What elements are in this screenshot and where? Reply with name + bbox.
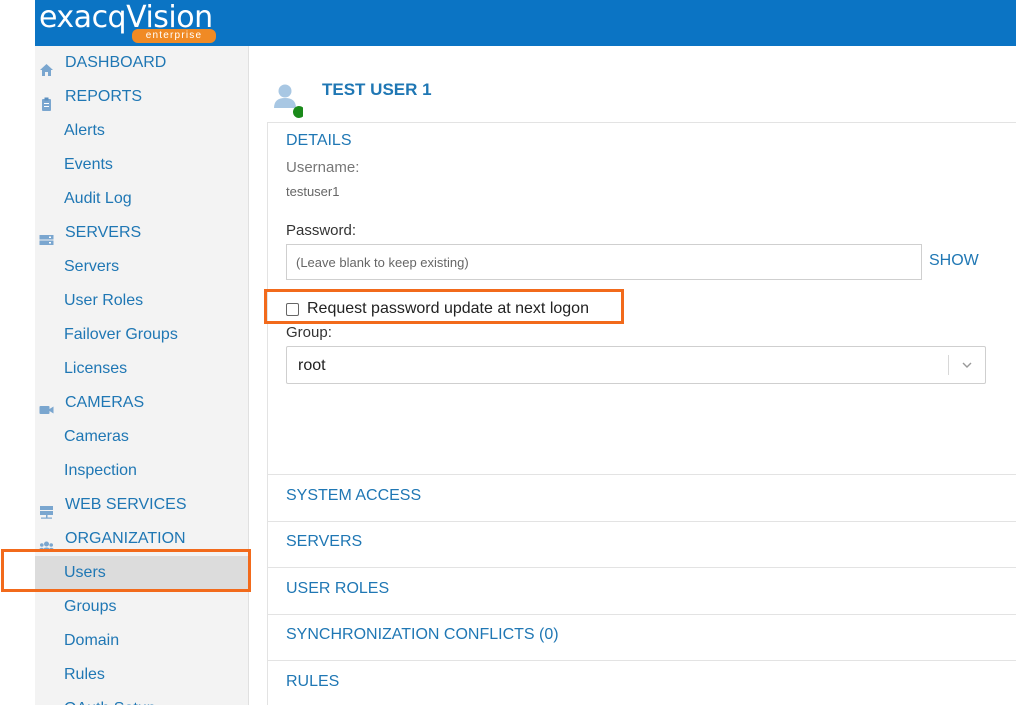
group-label: Group: <box>286 324 332 341</box>
user-title: TEST USER 1 <box>322 80 432 99</box>
sidebar-item-label: Domain <box>64 632 120 649</box>
section-user-roles[interactable]: USER ROLES <box>267 568 1016 615</box>
sidebar-item-domain[interactable]: Domain <box>35 624 249 658</box>
sidebar-item-label: Audit Log <box>64 190 132 207</box>
request-update-checkbox[interactable] <box>286 302 299 316</box>
request-update-option[interactable]: Request password update at next logon <box>286 300 589 318</box>
sidebar-item-failover-groups[interactable]: Failover Groups <box>35 318 249 352</box>
sidebar-item-label: ORGANIZATION <box>65 530 186 547</box>
username-label: Username: <box>286 159 360 176</box>
section-label: SYSTEM ACCESS <box>286 487 422 504</box>
sidebar-item-label: User Roles <box>64 292 144 309</box>
user-avatar-icon <box>274 84 303 118</box>
sidebar-item-events[interactable]: Events <box>35 148 249 182</box>
sidebar: DASHBOARD REPORTS Alerts Events Audit Log SER… <box>35 46 249 705</box>
sidebar-item-oauth-setup[interactable]: OAuth Setup <box>35 692 249 705</box>
chevron-down-icon[interactable] <box>961 359 973 371</box>
details-heading[interactable]: DETAILS <box>286 132 352 150</box>
sidebar-item-inspection[interactable]: Inspection <box>35 454 249 488</box>
show-password-button[interactable]: SHOW <box>929 252 979 270</box>
sidebar-item-label: DASHBOARD <box>65 54 167 71</box>
section-label: SYNCHRONIZATION CONFLICTS (0) <box>286 626 559 643</box>
users-highlight-box <box>1 549 251 592</box>
password-input[interactable] <box>286 244 922 280</box>
sidebar-item-label: Alerts <box>64 122 105 139</box>
home-icon <box>39 56 54 76</box>
sidebar-item-label: Servers <box>64 258 120 275</box>
sidebar-item-cameras[interactable]: CAMERAS <box>35 386 249 420</box>
sidebar-item-dashboard[interactable]: DASHBOARD <box>35 46 249 80</box>
sidebar-item-servers[interactable]: SERVERS <box>35 216 249 250</box>
section-synchronization-conflicts-0[interactable]: SYNCHRONIZATION CONFLICTS (0) <box>267 614 1016 661</box>
group-select-value: root <box>298 357 326 374</box>
sidebar-item-label: Rules <box>64 666 105 683</box>
section-label: SERVERS <box>286 533 363 550</box>
clipboard-icon <box>39 90 54 111</box>
select-separator <box>948 355 949 375</box>
sidebar-item-label: Groups <box>64 598 117 615</box>
sidebar-item-reports[interactable]: REPORTS <box>35 80 249 114</box>
sidebar-item-web-services[interactable]: WEB SERVICES <box>35 488 249 522</box>
sidebar-item-label: CAMERAS <box>65 394 145 411</box>
sidebar-item-alerts[interactable]: Alerts <box>35 114 249 148</box>
group-select[interactable]: root <box>286 346 986 384</box>
sidebar-item-label: Cameras <box>64 428 129 445</box>
sidebar-item-label: Failover Groups <box>64 326 178 343</box>
sidebar-item-label: REPORTS <box>65 88 143 105</box>
camera-icon <box>39 396 54 414</box>
app-header: exacqVision enterprise <box>35 0 1016 46</box>
sidebar-item-cameras[interactable]: Cameras <box>35 420 249 454</box>
username-value: testuser1 <box>286 184 340 199</box>
section-rules[interactable]: RULES <box>267 661 1016 705</box>
sidebar-item-label: WEB SERVICES <box>65 496 187 513</box>
sidebar-item-label: Inspection <box>64 462 137 479</box>
network-icon <box>39 498 54 519</box>
group-icon <box>39 532 54 552</box>
sidebar-item-groups[interactable]: Groups <box>35 590 249 624</box>
server-icon <box>39 226 54 245</box>
request-update-label: Request password update at next logon <box>307 300 589 317</box>
sidebar-item-label: OAuth Setup <box>64 700 156 705</box>
sidebar-item-servers[interactable]: Servers <box>35 250 249 284</box>
section-servers[interactable]: SERVERS <box>267 521 1016 568</box>
section-system-access[interactable]: SYSTEM ACCESS <box>267 475 1016 522</box>
sidebar-item-rules[interactable]: Rules <box>35 658 249 692</box>
section-label: RULES <box>286 673 340 690</box>
sidebar-item-label: Events <box>64 156 113 173</box>
password-label: Password: <box>286 222 357 239</box>
sidebar-item-user-roles[interactable]: User Roles <box>35 284 249 318</box>
sidebar-item-label: Licenses <box>64 360 128 377</box>
app-logo-subtitle: enterprise <box>132 29 216 43</box>
sidebar-item-audit-log[interactable]: Audit Log <box>35 182 249 216</box>
section-label: USER ROLES <box>286 580 390 597</box>
sidebar-item-label: SERVERS <box>65 224 142 241</box>
sidebar-item-licenses[interactable]: Licenses <box>35 352 249 386</box>
